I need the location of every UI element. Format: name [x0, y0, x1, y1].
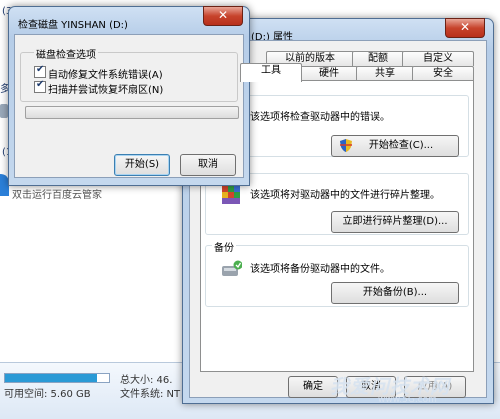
backup-icon: [222, 260, 243, 281]
tab-tools[interactable]: 工具: [240, 63, 302, 82]
scan-sectors-checkbox[interactable]: ✔: [34, 79, 46, 93]
tab-quota[interactable]: 配额: [352, 51, 404, 66]
checkmark-icon: ✔: [36, 64, 45, 75]
checkmark-icon: ✔: [36, 79, 45, 90]
defrag-text: 该选项将对驱动器中的文件进行碎片整理。: [250, 190, 440, 201]
check-disk-title: 检查磁盘 YINSHAN (D:): [18, 20, 128, 31]
start-button[interactable]: 开始(S): [114, 154, 170, 176]
backup-text: 该选项将备份驱动器中的文件。: [250, 264, 390, 275]
scan-sectors-label: 扫描并尝试恢复坏扇区(N): [48, 85, 164, 96]
total-size-text: 总大小: 46.: [120, 375, 173, 386]
auto-fix-checkbox[interactable]: ✔: [34, 64, 46, 78]
check-progress-bar: [25, 106, 239, 119]
app-shortcut-label[interactable]: 双击运行百度云管家: [12, 186, 102, 201]
check-disk-close-button[interactable]: ✕: [203, 6, 243, 26]
drive-usage-fill: [5, 374, 97, 382]
disk-options-title: 磁盘检查选项: [34, 46, 98, 61]
defrag-now-button[interactable]: 立即进行碎片整理(D)...: [331, 211, 459, 233]
watermark-url: www.5G.com: [378, 395, 437, 405]
tab-sharing[interactable]: 共享: [356, 66, 414, 81]
auto-fix-label: 自动修复文件系统错误(A): [48, 70, 163, 81]
close-icon: ✕: [459, 20, 471, 34]
start-check-button[interactable]: 开始检查(C)...: [331, 135, 459, 157]
tab-customize[interactable]: 自定义: [402, 51, 474, 66]
error-check-text: 该选项将检查驱动器中的错误。: [250, 112, 390, 123]
start-backup-button[interactable]: 开始备份(B)...: [331, 282, 459, 304]
backup-group-title: 备份: [212, 239, 236, 254]
free-space-text: 可用空间: 5.60 GB: [4, 389, 91, 400]
backup-group: 备份 该选项将备份驱动器中的文件。 开始备份(B)...: [205, 239, 469, 307]
close-icon: ✕: [217, 8, 229, 22]
drive-icon: [0, 104, 8, 118]
properties-close-button[interactable]: ✕: [445, 18, 485, 38]
check-cancel-button[interactable]: 取消: [180, 154, 236, 176]
drive-usage-bar: [4, 373, 110, 383]
uac-shield-icon: [340, 139, 352, 159]
filesystem-text: 文件系统: NT: [120, 389, 181, 400]
tab-hardware[interactable]: 硬件: [300, 66, 358, 81]
defrag-icon: [222, 186, 240, 207]
tab-security[interactable]: 安全: [412, 66, 474, 81]
